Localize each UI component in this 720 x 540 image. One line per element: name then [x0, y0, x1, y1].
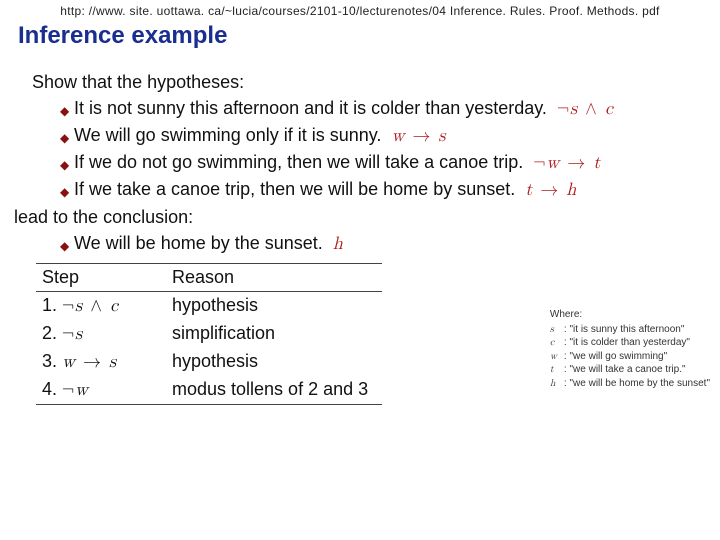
bullet-icon: ◆	[60, 158, 74, 172]
hypothesis-item: ◆We will go swimming only if it is sunny…	[60, 125, 692, 147]
lead-in-1: Show that the hypotheses:	[32, 72, 692, 93]
reason-cell: modus tollens of 2 and 3	[166, 376, 382, 405]
hypothesis-item: ◆If we take a canoe trip, then we will b…	[60, 179, 692, 201]
step-cell: 1. ¬s ∧ c	[36, 292, 166, 321]
bullet-icon: ◆	[60, 104, 74, 118]
table-row: 3. w → shypothesis	[36, 348, 382, 376]
step-cell: 4. ¬w	[36, 376, 166, 405]
bullet-icon: ◆	[60, 131, 74, 145]
legend-item: w: "we will go swimming"	[550, 350, 710, 364]
variable-legend: Where: s: "it is sunny this afternoon"c:…	[550, 308, 710, 390]
legend-item: t: "we will take a canoe trip."	[550, 363, 710, 377]
hypothesis-text: If we do not go swimming, then we will t…	[74, 152, 523, 173]
legend-title: Where:	[550, 308, 710, 322]
hypothesis-item: ◆If we do not go swimming, then we will …	[60, 152, 692, 174]
hypothesis-text: If we take a canoe trip, then we will be…	[74, 179, 515, 200]
hypothesis-text: We will go swimming only if it is sunny.	[74, 125, 381, 146]
conclusion-line: ◆We will be home by the sunset. h	[60, 233, 692, 255]
slide-title: Inference example	[18, 22, 227, 50]
legend-item: s: "it is sunny this afternoon"	[550, 323, 710, 337]
hypotheses-list: ◆It is not sunny this afternoon and it i…	[32, 98, 692, 201]
hypothesis-formula: w → s	[391, 125, 445, 147]
step-cell: 2. ¬s	[36, 320, 166, 348]
hypothesis-formula: ¬w → t	[533, 152, 600, 174]
table-row: 4. ¬wmodus tollens of 2 and 3	[36, 376, 382, 405]
hypothesis-formula: t → h	[525, 179, 576, 201]
conclusion-formula: h	[333, 233, 343, 255]
table-row: 1. ¬s ∧ chypothesis	[36, 292, 382, 321]
bullet-icon: ◆	[60, 239, 74, 253]
step-cell: 3. w → s	[36, 348, 166, 376]
lead-in-2: lead to the conclusion:	[14, 207, 692, 228]
col-step: Step	[36, 264, 166, 292]
hypothesis-text: It is not sunny this afternoon and it is…	[74, 98, 547, 119]
source-url: http: //www. site. uottawa. ca/~lucia/co…	[0, 4, 720, 18]
reason-cell: hypothesis	[166, 292, 382, 321]
col-reason: Reason	[166, 264, 382, 292]
reason-cell: simplification	[166, 320, 382, 348]
legend-item: c: "it is colder than yesterday"	[550, 336, 710, 350]
legend-item: h: "we will be home by the sunset"	[550, 377, 710, 391]
hypothesis-formula: ¬s ∧ c	[557, 98, 613, 120]
reason-cell: hypothesis	[166, 348, 382, 376]
bullet-icon: ◆	[60, 185, 74, 199]
hypothesis-item: ◆It is not sunny this afternoon and it i…	[60, 98, 692, 120]
proof-table: Step Reason 1. ¬s ∧ chypothesis2. ¬ssimp…	[36, 263, 382, 405]
table-row: 2. ¬ssimplification	[36, 320, 382, 348]
conclusion-text: We will be home by the sunset.	[74, 233, 323, 254]
